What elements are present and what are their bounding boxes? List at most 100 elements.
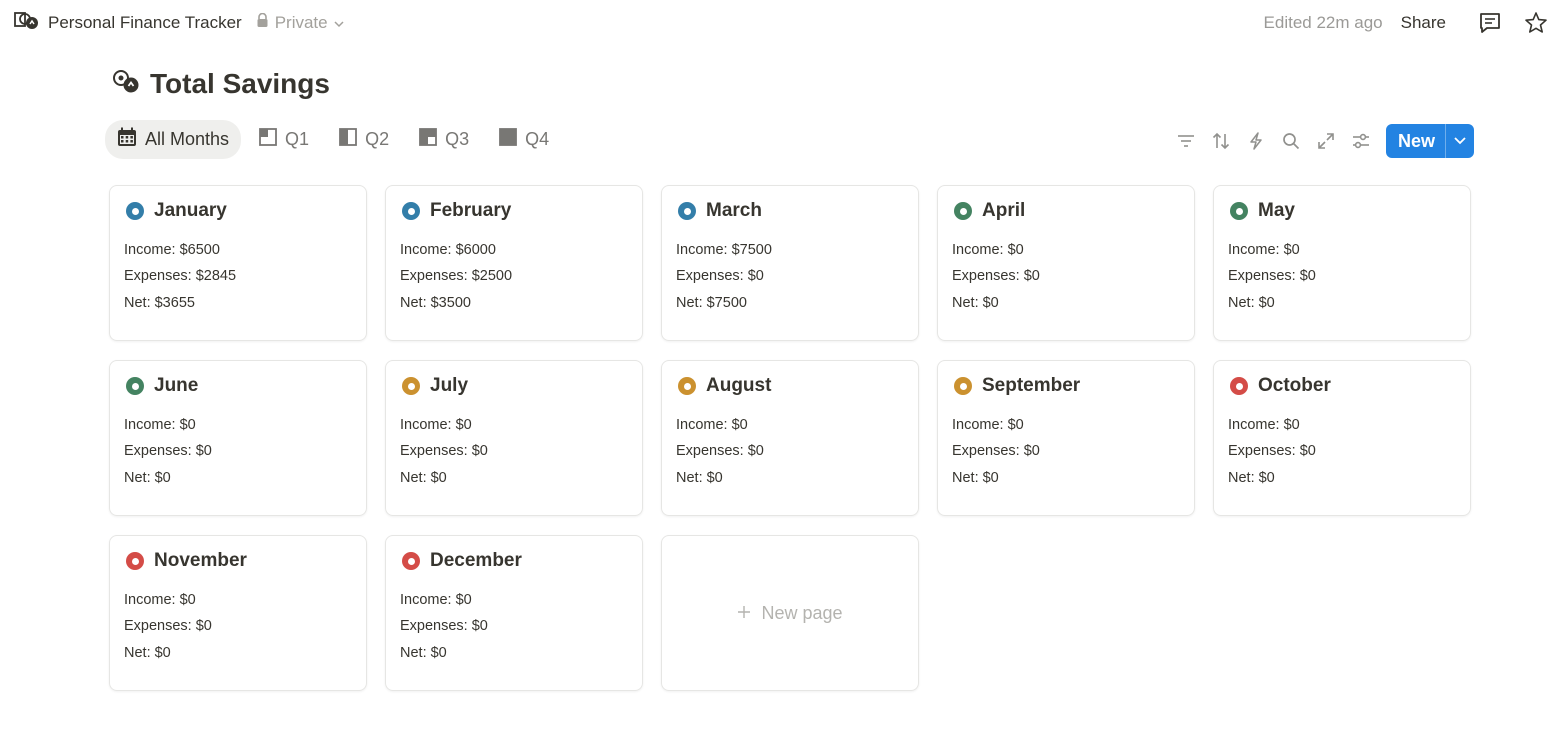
expenses-value: Expenses: $0: [400, 618, 488, 634]
new-button[interactable]: New: [1386, 124, 1447, 158]
tab-q1[interactable]: Q1: [247, 120, 321, 159]
card-title: November: [154, 550, 247, 571]
net-value: Net: $0: [1228, 295, 1275, 311]
edited-timestamp: Edited 22m ago: [1263, 13, 1383, 32]
card-header: August: [678, 375, 904, 397]
month-card-november[interactable]: November Income: $0 Expenses: $0 Net: $0: [109, 535, 367, 691]
chevron-down-icon: [334, 13, 344, 33]
card-title: December: [430, 550, 522, 571]
comments-icon[interactable]: [1478, 11, 1502, 35]
income-value: Income: $0: [124, 417, 196, 433]
search-icon[interactable]: [1273, 124, 1308, 158]
tab-label: Q1: [285, 129, 310, 149]
month-card-october[interactable]: October Income: $0 Expenses: $0 Net: $0: [1213, 360, 1471, 516]
net-value: Net: $0: [124, 470, 171, 486]
status-circle-icon: [126, 202, 144, 220]
income-value: Income: $0: [400, 592, 472, 608]
breadcrumb[interactable]: Personal Finance Tracker: [14, 11, 242, 36]
card-title: October: [1258, 375, 1331, 396]
new-page-label: New page: [761, 602, 843, 623]
star-icon[interactable]: [1524, 11, 1548, 35]
month-card-august[interactable]: August Income: $0 Expenses: $0 Net: $0: [661, 360, 919, 516]
finance-coins-icon: [112, 69, 140, 100]
status-circle-icon: [678, 377, 696, 395]
status-circle-icon: [1230, 377, 1248, 395]
month-card-january[interactable]: January Income: $6500 Expenses: $2845 Net: …: [109, 185, 367, 341]
net-value: Net: $0: [400, 645, 447, 661]
chevron-down-icon: [1454, 137, 1466, 145]
tab-q4[interactable]: Q4: [487, 120, 561, 159]
expenses-value: Expenses: $0: [1228, 268, 1316, 284]
card-header: March: [678, 200, 904, 222]
new-button-group: New: [1386, 124, 1475, 158]
settings-sliders-icon[interactable]: [1343, 124, 1378, 158]
card-title: January: [154, 200, 227, 221]
expenses-value: Expenses: $2500: [400, 268, 513, 284]
new-dropdown-button[interactable]: [1446, 124, 1474, 158]
month-card-september[interactable]: September Income: $0 Expenses: $0 Net: $0: [937, 360, 1195, 516]
status-circle-icon: [402, 377, 420, 395]
status-circle-icon: [126, 552, 144, 570]
net-value: Net: $3500: [400, 295, 471, 311]
net-value: Net: $7500: [676, 295, 747, 311]
privacy-selector[interactable]: Private: [256, 12, 344, 33]
automation-bolt-icon[interactable]: [1238, 124, 1273, 158]
card-header: November: [126, 550, 352, 572]
expenses-value: Expenses: $0: [400, 443, 488, 459]
tab-label: Q2: [365, 129, 390, 149]
month-card-march[interactable]: March Income: $7500 Expenses: $0 Net: $7500: [661, 185, 919, 341]
tab-all-months[interactable]: All Months: [105, 120, 242, 159]
status-circle-icon: [402, 552, 420, 570]
income-value: Income: $0: [400, 417, 472, 433]
card-title: March: [706, 200, 762, 221]
net-value: Net: $0: [1228, 470, 1275, 486]
month-card-april[interactable]: April Income: $0 Expenses: $0 Net: $0: [937, 185, 1195, 341]
filter-icon[interactable]: [1168, 124, 1203, 158]
tab-q2[interactable]: Q2: [327, 120, 401, 159]
expenses-value: Expenses: $0: [676, 443, 764, 459]
card-header: January: [126, 200, 352, 222]
status-circle-icon: [126, 377, 144, 395]
month-card-february[interactable]: February Income: $6000 Expenses: $2500 Net:…: [385, 185, 643, 341]
income-value: Income: $7500: [676, 242, 772, 258]
status-circle-icon: [402, 202, 420, 220]
month-card-june[interactable]: June Income: $0 Expenses: $0 Net: $0: [109, 360, 367, 516]
tab-label: Q3: [445, 129, 470, 149]
quarter-4-icon: [499, 128, 517, 151]
expenses-value: Expenses: $2845: [124, 268, 237, 284]
calendar-icon: [117, 127, 137, 152]
share-button[interactable]: Share: [1401, 13, 1446, 33]
quarter-1-icon: [259, 128, 277, 151]
workspace-title[interactable]: Personal Finance Tracker: [48, 13, 242, 33]
card-header: October: [1230, 375, 1456, 397]
card-title: September: [982, 375, 1081, 396]
net-value: Net: $0: [400, 470, 447, 486]
card-header: April: [954, 200, 1180, 222]
card-title: June: [154, 375, 199, 396]
privacy-label: Private: [274, 13, 328, 32]
income-value: Income: $0: [124, 592, 196, 608]
net-value: Net: $0: [952, 295, 999, 311]
card-title: August: [706, 375, 772, 396]
income-value: Income: $0: [676, 417, 748, 433]
sort-icon[interactable]: [1203, 124, 1238, 158]
net-value: Net: $0: [676, 470, 723, 486]
month-card-july[interactable]: July Income: $0 Expenses: $0 Net: $0: [385, 360, 643, 516]
net-value: Net: $0: [124, 645, 171, 661]
status-circle-icon: [954, 377, 972, 395]
tab-q3[interactable]: Q3: [407, 120, 481, 159]
income-value: Income: $0: [1228, 242, 1300, 258]
new-page-card[interactable]: New page: [661, 535, 919, 691]
expand-icon[interactable]: [1308, 124, 1343, 158]
quarter-3-icon: [419, 128, 437, 151]
income-value: Income: $0: [1228, 417, 1300, 433]
month-card-december[interactable]: December Income: $0 Expenses: $0 Net: $0: [385, 535, 643, 691]
income-value: Income: $0: [952, 417, 1024, 433]
month-card-may[interactable]: May Income: $0 Expenses: $0 Net: $0: [1213, 185, 1471, 341]
expenses-value: Expenses: $0: [676, 268, 764, 284]
expenses-value: Expenses: $0: [1228, 443, 1316, 459]
card-header: July: [402, 375, 628, 397]
finance-coins-icon: [14, 11, 40, 36]
status-circle-icon: [678, 202, 696, 220]
gallery-view: January Income: $6500 Expenses: $2845 Net: …: [109, 185, 1471, 691]
